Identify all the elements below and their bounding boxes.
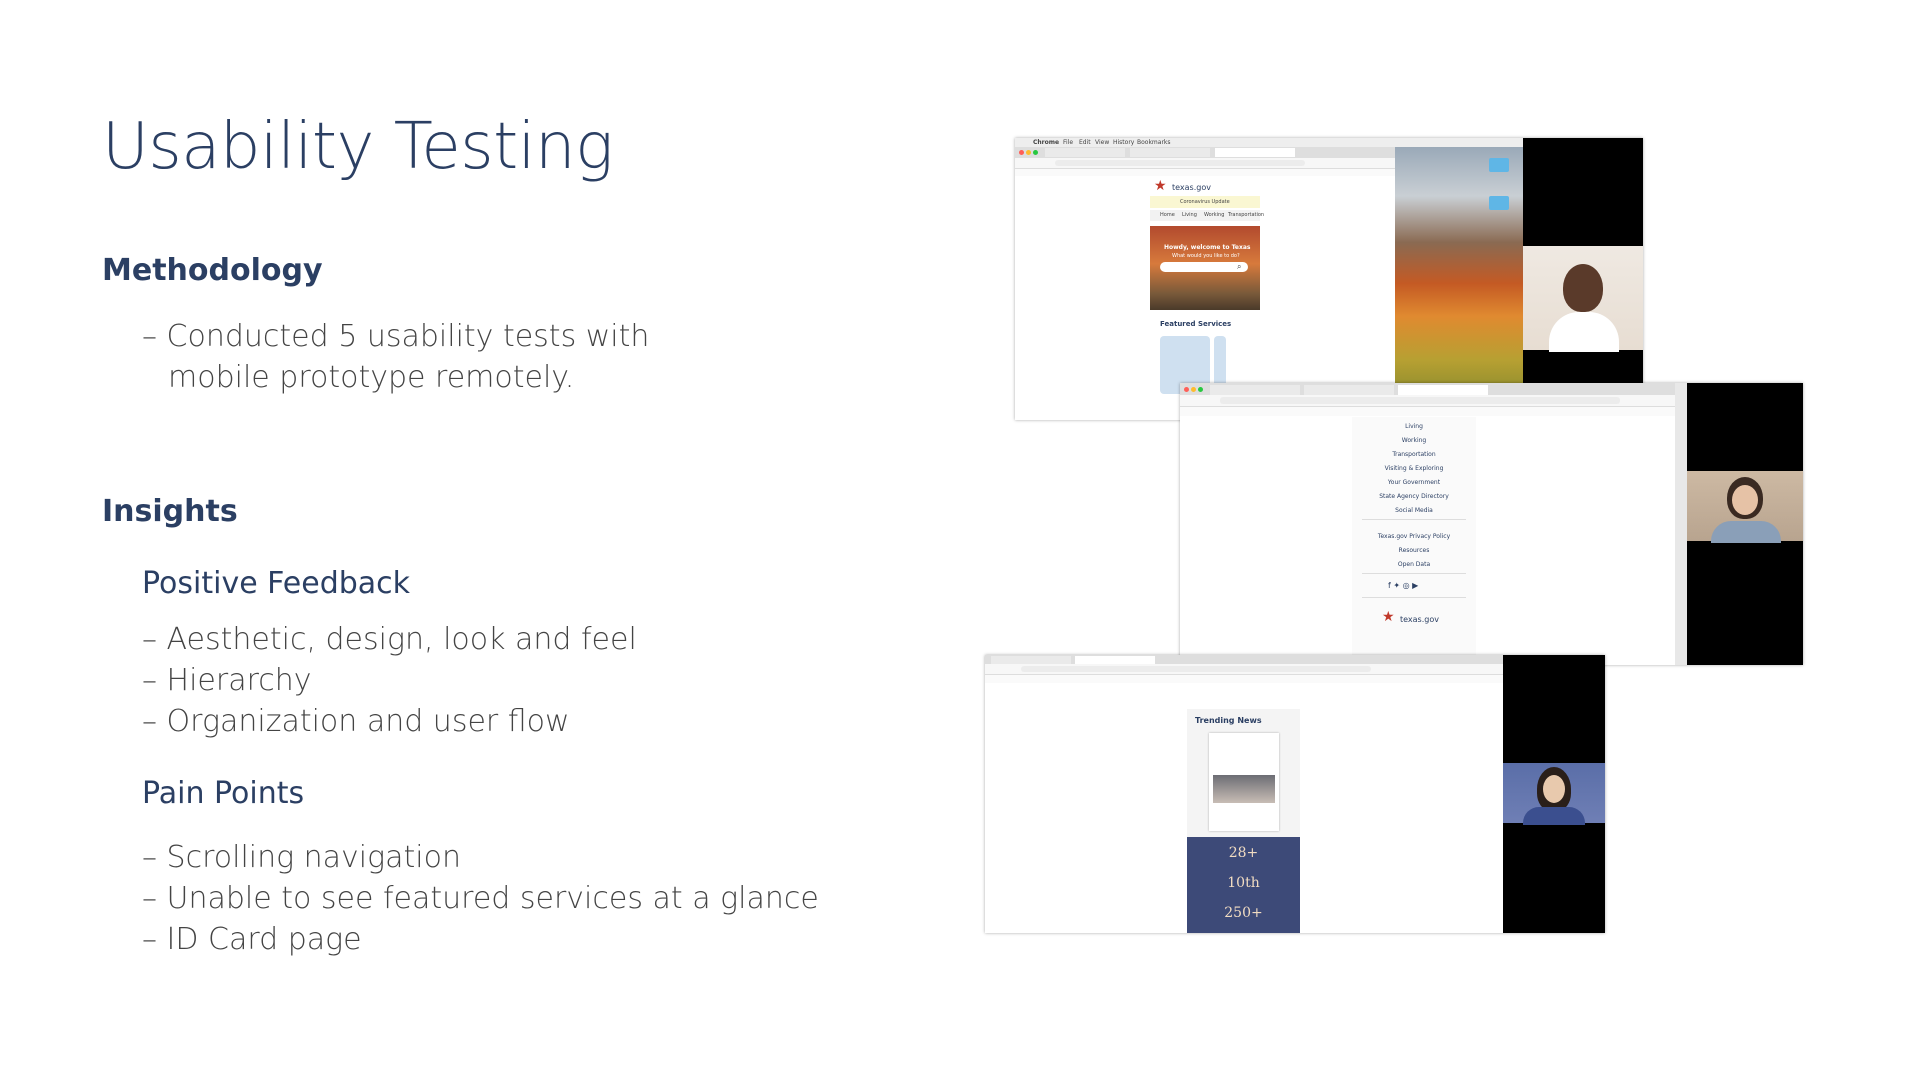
- insights-heading: Insights: [102, 494, 238, 529]
- hero-subtitle: What would you like to do?: [1172, 253, 1240, 259]
- screenshot-session-2: Living Working Transportation Visiting &…: [1180, 383, 1803, 665]
- desktop-wallpaper: [1395, 147, 1523, 420]
- texas-star-icon-2: ★: [1382, 609, 1395, 625]
- folder-icon-2: [1489, 196, 1509, 210]
- slide-title: Usability Testing: [102, 110, 613, 184]
- methodology-heading: Methodology: [102, 253, 323, 288]
- participant-video-1: [1523, 246, 1643, 352]
- maximize-dot-icon: [1033, 150, 1038, 155]
- pain-points-heading: Pain Points: [142, 776, 305, 811]
- menu-view: View: [1095, 139, 1110, 146]
- nav-working: Working: [1204, 212, 1225, 218]
- minimize-dot-icon: [1026, 150, 1031, 155]
- menu-agency-directory[interactable]: State Agency Directory: [1352, 493, 1476, 500]
- hero-search-input[interactable]: [1160, 262, 1248, 272]
- methodology-bullet-2: mobile prototype remotely.: [168, 360, 575, 395]
- menu-chrome: Chrome: [1033, 139, 1060, 146]
- pain-bullet-1: – Scrolling navigation: [142, 840, 461, 875]
- positive-bullet-3: – Organization and user flow: [142, 704, 570, 739]
- link-resources[interactable]: Resources: [1352, 547, 1476, 554]
- menu-bookmarks: Bookmarks: [1137, 139, 1171, 146]
- news-card[interactable]: [1209, 733, 1279, 831]
- maximize-dot-icon: [1198, 387, 1203, 392]
- positive-bullet-2: – Hierarchy: [142, 663, 312, 698]
- stat-2: 10th: [1227, 875, 1260, 891]
- close-dot-icon: [1019, 150, 1024, 155]
- screenshot-session-3: Trending News 28+ 10th 250+: [985, 655, 1605, 933]
- methodology-bullet-1: – Conducted 5 usability tests with: [142, 319, 650, 354]
- screenshot-session-1: Chrome File Edit View History Bookmarks …: [1015, 138, 1643, 420]
- hero-title: Howdy, welcome to Texas: [1164, 244, 1251, 251]
- link-privacy-policy[interactable]: Texas.gov Privacy Policy: [1352, 533, 1476, 540]
- nav-living: Living: [1182, 212, 1197, 218]
- close-dot-icon: [1184, 387, 1189, 392]
- nav-home: Home: [1160, 212, 1175, 218]
- alert-text: Coronavirus Update: [1180, 199, 1230, 205]
- menu-history: History: [1113, 139, 1135, 146]
- participant-video-3: [1503, 763, 1605, 825]
- stats-panel: 28+ 10th 250+: [1187, 837, 1300, 933]
- menu-social-media[interactable]: Social Media: [1352, 507, 1476, 514]
- menu-government[interactable]: Your Government: [1352, 479, 1476, 486]
- social-icons[interactable]: f ✦ ◎ ▶: [1388, 581, 1418, 590]
- menu-working[interactable]: Working: [1352, 437, 1476, 444]
- stat-1: 28+: [1228, 845, 1259, 861]
- featured-services-label: Featured Services: [1160, 320, 1232, 328]
- trending-news-prototype: Trending News 28+ 10th 250+: [1187, 709, 1300, 933]
- trending-news-heading: Trending News: [1195, 716, 1262, 725]
- minimize-dot-icon: [1191, 387, 1196, 392]
- footer-menu-prototype: Living Working Transportation Visiting &…: [1352, 417, 1476, 665]
- stat-3: 250+: [1224, 905, 1263, 921]
- texas-star-icon: ★: [1154, 178, 1167, 194]
- menu-file: File: [1063, 139, 1074, 146]
- search-icon[interactable]: ⌕: [1237, 262, 1241, 272]
- nav-transportation: Transportation: [1228, 212, 1265, 218]
- footer-site-logo: texas.gov: [1400, 615, 1439, 624]
- folder-icon: [1489, 158, 1509, 172]
- site-logo-text: texas.gov: [1172, 183, 1211, 192]
- positive-feedback-heading: Positive Feedback: [142, 566, 411, 601]
- participant-video-2: [1687, 471, 1803, 543]
- menu-transportation[interactable]: Transportation: [1352, 451, 1476, 458]
- pain-bullet-3: – ID Card page: [142, 922, 362, 957]
- menu-edit: Edit: [1079, 139, 1091, 146]
- pain-bullet-2: – Unable to see featured services at a g…: [142, 881, 819, 916]
- positive-bullet-1: – Aesthetic, design, look and feel: [142, 622, 637, 657]
- menu-living[interactable]: Living: [1352, 423, 1476, 430]
- menu-visiting[interactable]: Visiting & Exploring: [1352, 465, 1476, 472]
- link-open-data[interactable]: Open Data: [1352, 561, 1476, 568]
